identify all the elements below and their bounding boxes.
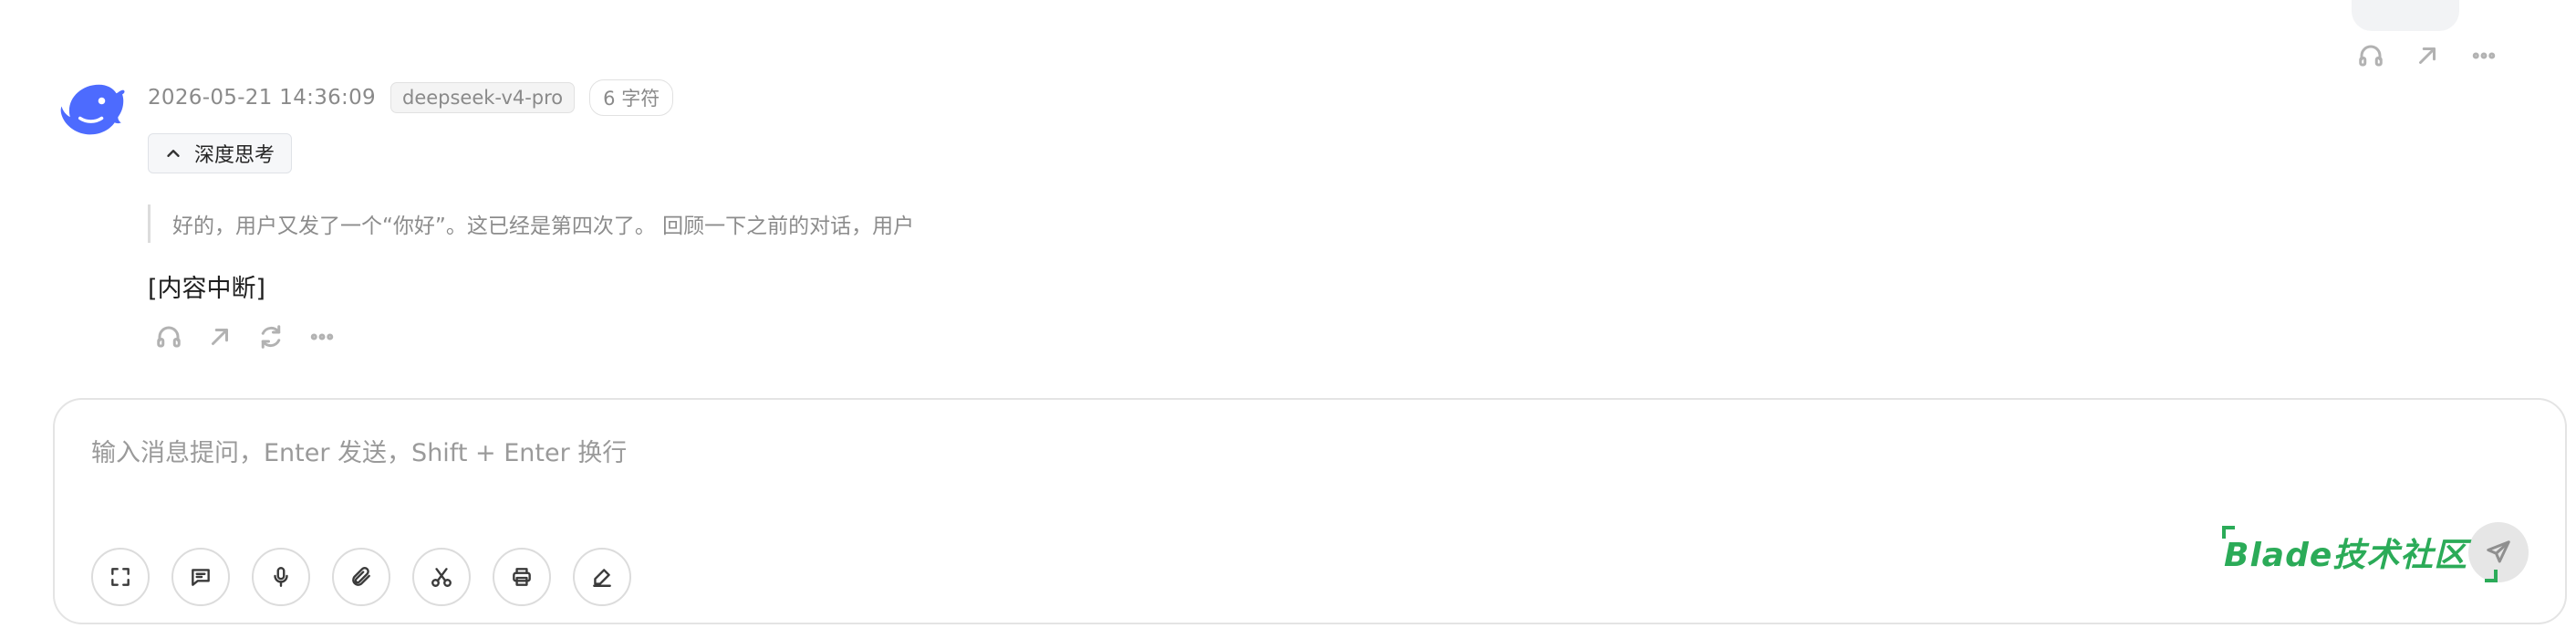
screenshot-button[interactable] xyxy=(412,548,471,606)
message-meta: 2026-05-21 14:36:09 deepseek-v4-pro 6 字符 xyxy=(148,79,674,116)
assistant-message-actions xyxy=(153,321,338,352)
pen-icon xyxy=(593,569,611,587)
watermark-corner xyxy=(2485,570,2498,582)
microphone-icon xyxy=(274,567,288,587)
attach-file-button[interactable] xyxy=(332,548,390,606)
reasoning-content: 好的，用户又发了一个“你好”。这已经是第四次了。 回顾一下之前的对话，用户 xyxy=(148,204,914,243)
send-button[interactable] xyxy=(2468,522,2529,582)
answer-text: [内容中断] xyxy=(148,275,266,303)
reasoning-text: 好的，用户又发了一个“你好”。这已经是第四次了。 回顾一下之前的对话，用户 xyxy=(172,215,915,238)
message-icon xyxy=(192,569,210,586)
message-button[interactable] xyxy=(171,548,230,606)
char-count-badge: 6 字符 xyxy=(589,79,674,116)
share-arrow-icon[interactable] xyxy=(2412,40,2443,71)
model-tag: deepseek-v4-pro xyxy=(390,82,576,113)
deep-think-toggle[interactable]: 深度思考 xyxy=(148,133,293,173)
share-arrow-icon[interactable] xyxy=(204,321,235,352)
fullscreen-icon xyxy=(111,568,130,586)
more-icon[interactable] xyxy=(306,321,338,352)
headphones-icon[interactable] xyxy=(2355,40,2386,71)
composer-toolbar xyxy=(91,548,631,606)
previous-message-actions xyxy=(2355,40,2499,71)
print-button[interactable] xyxy=(493,548,551,606)
more-icon[interactable] xyxy=(2468,40,2499,71)
chevron-up-icon xyxy=(167,150,180,157)
headphones-icon[interactable] xyxy=(153,321,184,352)
edit-button[interactable] xyxy=(573,548,631,606)
voice-input-button[interactable] xyxy=(252,548,310,606)
deepseek-avatar-icon xyxy=(58,75,128,144)
fullscreen-button[interactable] xyxy=(91,548,150,606)
print-icon xyxy=(513,568,531,586)
attachment-icon xyxy=(352,567,370,586)
message-composer xyxy=(53,398,2567,624)
message-input[interactable] xyxy=(91,433,2098,487)
previous-user-bubble xyxy=(2352,0,2459,31)
scissors-icon xyxy=(431,568,452,587)
message-timestamp: 2026-05-21 14:36:09 xyxy=(148,86,376,110)
send-icon xyxy=(2487,540,2510,563)
regenerate-icon[interactable] xyxy=(255,321,286,352)
deep-think-label: 深度思考 xyxy=(194,144,275,167)
watermark-logo: Blade技术社区 xyxy=(2224,537,2468,574)
